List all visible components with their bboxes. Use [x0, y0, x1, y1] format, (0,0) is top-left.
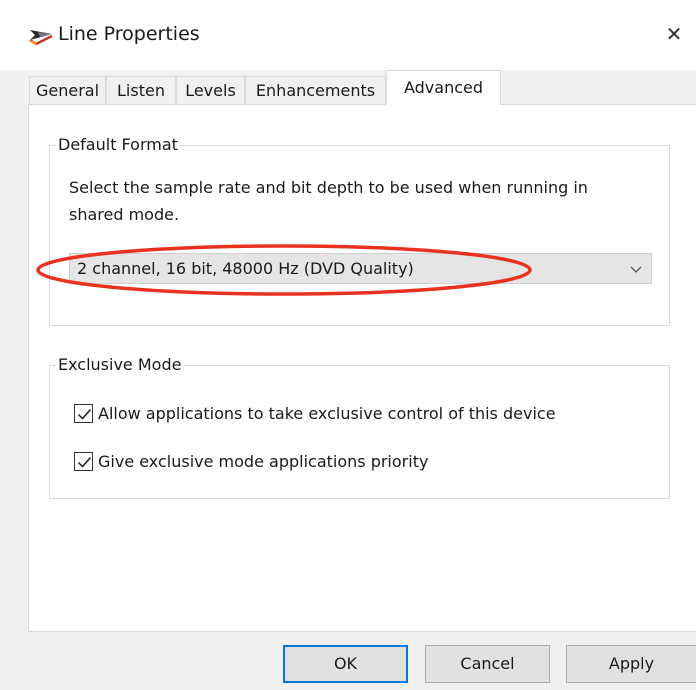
- line-properties-dialog: Line Properties ✕ General Listen Levels …: [0, 0, 696, 690]
- speaker-plug-icon: [26, 22, 58, 50]
- ok-button[interactable]: OK: [283, 645, 408, 683]
- default-format-description-line1: Select the sample rate and bit depth to …: [69, 178, 588, 197]
- close-icon[interactable]: ✕: [662, 20, 686, 48]
- checkmark-icon[interactable]: [74, 452, 93, 471]
- default-format-description-line2: shared mode.: [69, 205, 180, 224]
- default-format-dropdown[interactable]: 2 channel, 16 bit, 48000 Hz (DVD Quality…: [69, 253, 652, 284]
- exclusive-priority-label[interactable]: Give exclusive mode applications priorit…: [98, 451, 428, 473]
- cancel-button[interactable]: Cancel: [425, 645, 550, 683]
- default-format-label: Default Format: [56, 135, 180, 155]
- default-format-group: Default Format: [49, 135, 670, 326]
- window-title: Line Properties: [58, 23, 200, 45]
- exclusive-mode-label: Exclusive Mode: [56, 355, 184, 375]
- title-bar: Line Properties ✕: [0, 0, 696, 70]
- checkmark-icon[interactable]: [74, 404, 93, 423]
- tab-levels[interactable]: Levels: [176, 76, 245, 104]
- exclusive-mode-group: Exclusive Mode: [49, 355, 670, 499]
- tab-general[interactable]: General: [29, 76, 106, 104]
- chevron-down-icon: [629, 261, 643, 275]
- apply-button[interactable]: Apply: [566, 645, 696, 683]
- selected-format-value: 2 channel, 16 bit, 48000 Hz (DVD Quality…: [77, 259, 414, 278]
- tab-advanced[interactable]: Advanced: [386, 70, 501, 105]
- allow-exclusive-control-label[interactable]: Allow applications to take exclusive con…: [98, 403, 556, 425]
- tab-enhancements[interactable]: Enhancements: [245, 76, 386, 104]
- tab-listen[interactable]: Listen: [106, 76, 176, 104]
